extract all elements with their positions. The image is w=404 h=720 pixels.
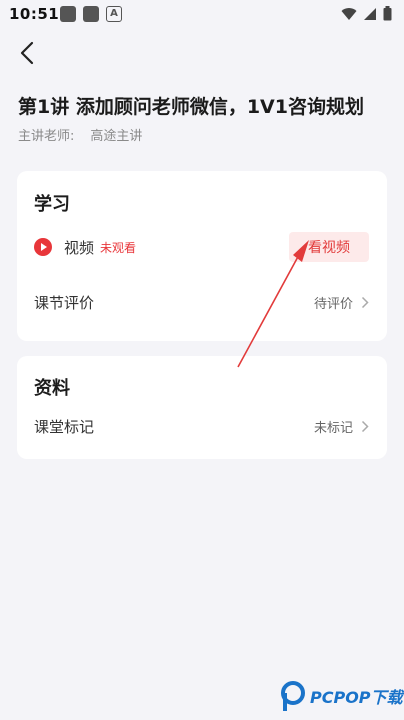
video-status-badge: 未观看 bbox=[100, 240, 137, 255]
back-button[interactable] bbox=[12, 38, 42, 68]
video-row[interactable]: 视频 未观看 看视频 bbox=[34, 232, 369, 262]
lesson-evaluation-row[interactable]: 课节评价 待评价 bbox=[34, 287, 369, 317]
chevron-right-icon bbox=[361, 420, 369, 432]
teacher-info: 主讲老师: 高途主讲 bbox=[18, 125, 142, 144]
status-icons bbox=[341, 6, 392, 21]
study-section-title: 学习 bbox=[34, 194, 70, 215]
teacher-name: 高途主讲 bbox=[90, 129, 143, 144]
watermark-logo: PCPOP下载 bbox=[280, 680, 403, 712]
video-label: 视频 bbox=[64, 238, 95, 257]
watermark-text: PCPOP下载 bbox=[310, 688, 403, 707]
notification-icon bbox=[60, 6, 76, 22]
class-mark-status: 未标记 bbox=[313, 420, 353, 436]
status-time: 10:51 bbox=[9, 5, 60, 23]
evaluation-label: 课节评价 bbox=[34, 293, 95, 312]
status-bar: 10:51 A bbox=[0, 0, 404, 28]
play-icon bbox=[34, 238, 52, 256]
evaluation-status: 待评价 bbox=[313, 296, 353, 312]
material-card: 资料 课堂标记 未标记 bbox=[17, 356, 387, 459]
notification-icon bbox=[83, 6, 99, 22]
back-arrow-icon bbox=[20, 41, 34, 65]
notification-letter-icon: A bbox=[106, 6, 122, 22]
page-title: 第1讲 添加顾问老师微信，1V1咨询规划 bbox=[18, 96, 364, 118]
pcpop-logo-icon bbox=[281, 681, 305, 711]
teacher-label: 主讲老师: bbox=[18, 129, 75, 144]
material-section-title: 资料 bbox=[34, 378, 70, 399]
class-mark-row[interactable]: 课堂标记 未标记 bbox=[34, 411, 369, 441]
watch-video-button[interactable]: 看视频 bbox=[289, 232, 369, 262]
chevron-right-icon bbox=[361, 296, 369, 308]
study-card: 学习 视频 未观看 看视频 课节评价 待评价 bbox=[17, 171, 387, 341]
signal-icon bbox=[364, 7, 376, 20]
wifi-icon bbox=[341, 7, 357, 20]
battery-icon bbox=[383, 6, 392, 21]
class-mark-label: 课堂标记 bbox=[34, 417, 95, 436]
